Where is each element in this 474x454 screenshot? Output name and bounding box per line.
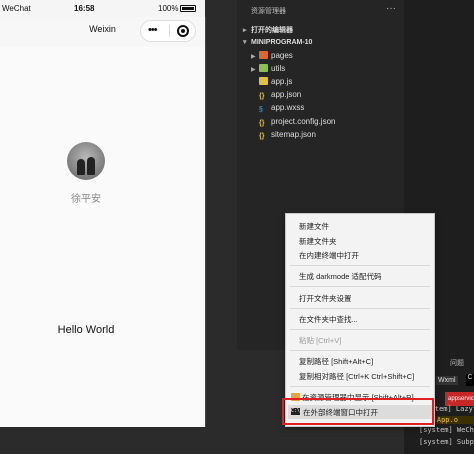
open-editors-section[interactable]: ▸ 打开的编辑器 (243, 25, 293, 35)
chevron-down-icon: ▾ (243, 39, 247, 46)
phone-screen: Weixin ••• 徐平安 Hello World (0, 17, 206, 427)
menu-item-find-in-folder[interactable]: 在文件夹中查找... (299, 314, 358, 325)
tree-item-sitemap[interactable]: {} sitemap.json (259, 129, 316, 141)
menu-item-new-folder[interactable]: 新建文件夹 (299, 236, 337, 247)
chevron-right-icon: ▸ (243, 27, 247, 34)
status-time: 16:58 (74, 4, 95, 13)
explorer-title: 资源管理器 (251, 8, 286, 15)
menu-separator (290, 265, 430, 266)
battery-icon (180, 5, 196, 12)
close-miniprogram-icon[interactable] (177, 25, 189, 37)
menu-item-gen-darkmode[interactable]: 生成 darkmode 适配代码 (299, 271, 382, 282)
avatar[interactable] (67, 142, 105, 180)
appservice-badge[interactable]: appservice (445, 392, 474, 406)
navigation-bar: Weixin ••• (0, 17, 205, 47)
log-line: [system] WeCha (419, 426, 474, 434)
json-file-icon: {} (259, 133, 265, 140)
menu-separator (290, 386, 430, 387)
tree-item-app-wxss[interactable]: § app.wxss (259, 102, 304, 114)
menu-item-paste[interactable]: 粘贴 [Ctrl+V] (299, 335, 341, 346)
explorer-more-icon[interactable]: ··· (386, 3, 396, 14)
chevron-right-icon: ▶ (251, 67, 256, 73)
hello-text: Hello World (57, 324, 115, 336)
avatar-figure (87, 157, 95, 175)
chevron-right-icon: ▶ (251, 54, 256, 60)
menu-item-copy-relative-path[interactable]: 复制相对路径 [Ctrl+K Ctrl+Shift+C] (299, 371, 414, 382)
highlight-annotation-box (282, 398, 434, 425)
tree-item-app-json[interactable]: {} app.json (259, 89, 301, 101)
wxss-file-icon: § (259, 106, 263, 113)
tree-item-label: app.wxss (271, 103, 305, 112)
tab-problems[interactable]: 问题 (450, 358, 464, 368)
section-label: MINIPROGRAM-10 (251, 39, 313, 46)
tree-item-utils[interactable]: ▶ utils (251, 63, 285, 75)
log-line: [system] Subpa (419, 438, 474, 446)
tree-item-label: pages (271, 51, 293, 60)
context-menu: 新建文件 新建文件夹 在内建终端中打开 生成 darkmode 适配代码 打开文… (285, 213, 435, 427)
status-bar: WeChat 16:58 100% (0, 0, 205, 17)
folder-pages-icon (259, 51, 268, 59)
js-file-icon (259, 77, 268, 85)
menu-capsule[interactable]: ••• (140, 20, 196, 42)
tab-console[interactable]: C (466, 374, 474, 386)
menu-item-new-file[interactable]: 新建文件 (299, 221, 329, 232)
tree-item-label: project.config.json (271, 117, 336, 126)
tree-item-pages[interactable]: ▶ pages (251, 50, 293, 62)
tree-item-project-config[interactable]: {} project.config.json (259, 116, 335, 128)
project-section[interactable]: ▾ MINIPROGRAM-10 (243, 38, 312, 46)
tree-item-label: app.js (271, 77, 293, 86)
folder-utils-icon (259, 64, 268, 72)
carrier-label: WeChat (2, 4, 31, 13)
menu-item-open-builtin-terminal[interactable]: 在内建终端中打开 (299, 250, 359, 261)
menu-item-folder-settings[interactable]: 打开文件夹设置 (299, 293, 352, 304)
menu-separator (290, 350, 430, 351)
avatar-figure (77, 159, 85, 175)
menu-item-copy-path[interactable]: 复制路径 [Shift+Alt+C] (299, 356, 373, 367)
user-nickname: 徐平安 (71, 194, 101, 205)
tree-item-label: utils (271, 64, 286, 73)
menu-separator (290, 329, 430, 330)
tree-item-app-js[interactable]: app.js (259, 76, 292, 88)
menu-separator (290, 286, 430, 287)
tree-item-label: sitemap.json (271, 130, 316, 139)
capsule-divider (169, 25, 170, 37)
more-icon[interactable]: ••• (148, 24, 158, 36)
menu-separator (290, 308, 430, 309)
battery-percent: 100% (158, 4, 179, 13)
tab-wxml[interactable]: Wxml (436, 376, 458, 385)
section-label: 打开的编辑器 (251, 27, 293, 34)
tree-item-label: app.json (271, 90, 302, 99)
